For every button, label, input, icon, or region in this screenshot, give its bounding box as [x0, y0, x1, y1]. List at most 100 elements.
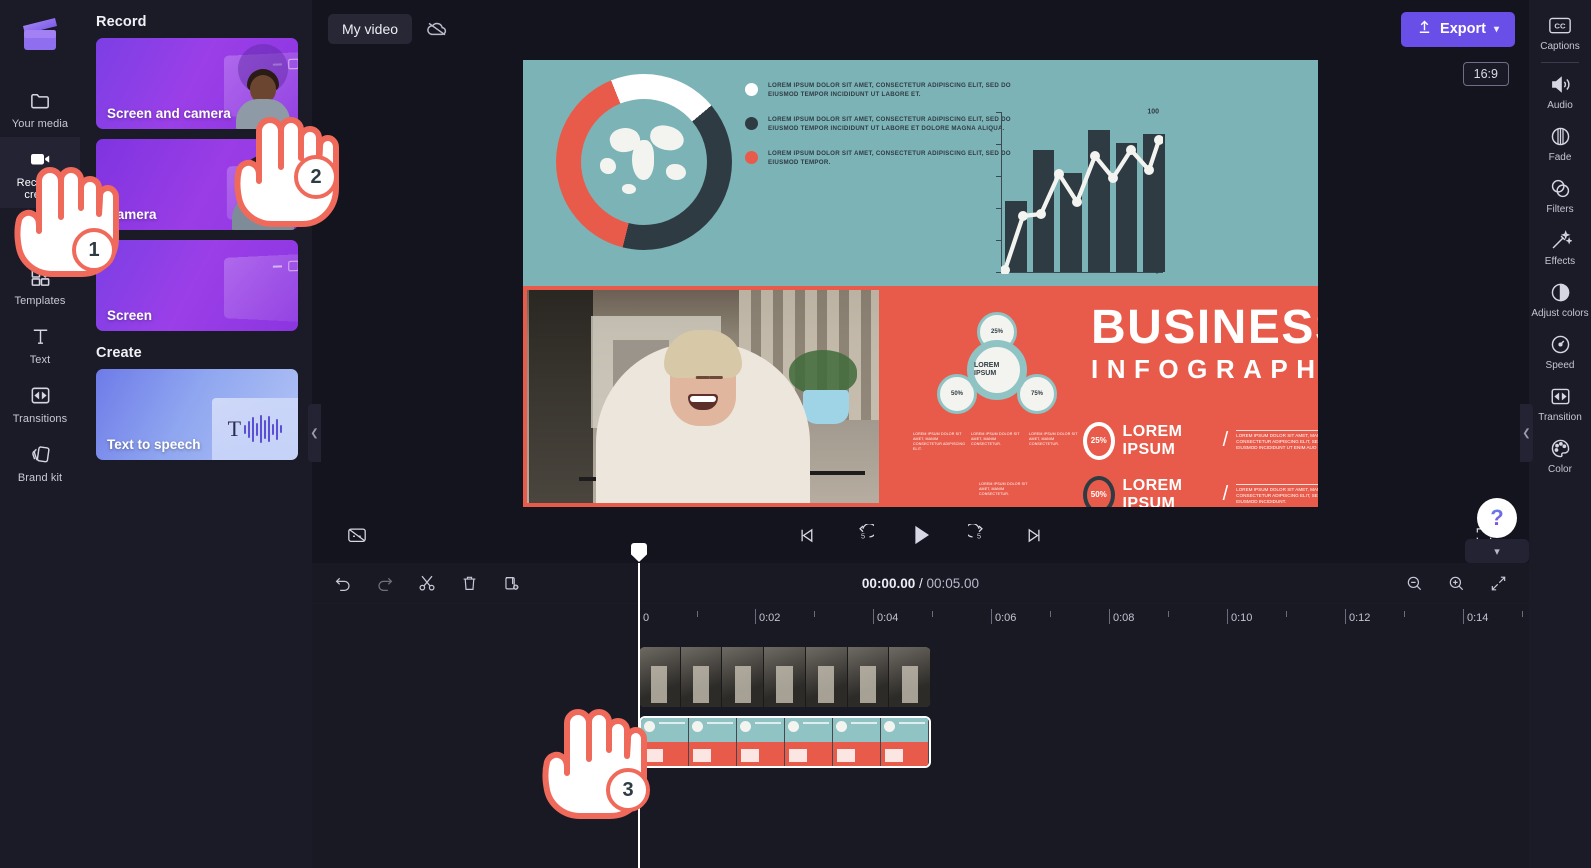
filters-icon: [1548, 176, 1572, 200]
sidebar-item-label: Transitions: [12, 413, 68, 425]
clip-frame: [689, 718, 737, 766]
skip-to-end-button[interactable]: [1020, 520, 1050, 550]
table-row[interactable]: [639, 647, 931, 707]
legend-desc: LOREM IPSUM DOLOR SIT AMET, MANIM CONSEC…: [1236, 483, 1318, 506]
video-preview[interactable]: LOREM IPSUM DOLOR SIT AMET, CONSECTETUR …: [523, 60, 1318, 507]
card-camera[interactable]: Camera: [96, 139, 298, 230]
current-time: 00:00.00: [861, 575, 916, 591]
folder-icon: [27, 87, 53, 113]
split-button[interactable]: [414, 570, 440, 596]
chevron-left-icon: ❮: [1522, 427, 1531, 439]
tab-speed[interactable]: Speed: [1529, 325, 1591, 377]
person-art: [230, 152, 296, 230]
sidebar-item-text[interactable]: Text: [0, 314, 80, 373]
clip-frame: [785, 718, 833, 766]
clip-frame: [889, 647, 931, 707]
tts-art: T: [212, 398, 298, 460]
clapperboard-logo-icon[interactable]: [18, 12, 62, 56]
project-name-field[interactable]: My video: [328, 14, 413, 44]
sidebar-item-brand-kit[interactable]: Brand kit: [0, 432, 80, 491]
legend-label: LOREM IPSUM: [1122, 476, 1183, 507]
sidebar-item-label: Record & create: [16, 177, 64, 201]
bar-line-chart: 100 80 60 40 20 0: [975, 109, 1166, 287]
delete-button[interactable]: [456, 570, 482, 596]
ruler-label: 0:02: [759, 612, 781, 624]
right-rail-collapse-button[interactable]: ❮: [1520, 404, 1533, 462]
panel-collapse-button[interactable]: ❮: [308, 404, 321, 462]
contrast-icon: [1548, 280, 1572, 304]
zoom-in-button[interactable]: [1443, 570, 1469, 596]
legend-row: 50% LOREM IPSUM / LOREM IPSUM DOLOR SIT …: [1083, 475, 1318, 507]
tab-audio[interactable]: Audio: [1529, 65, 1591, 117]
tab-adjust-colors[interactable]: Adjust colors: [1529, 273, 1591, 325]
card-screen[interactable]: Screen: [96, 240, 298, 331]
clip-frame: [881, 718, 929, 766]
timeline: 00:00.00 / 00:05.00 0 0:02 0:04 0:06 0:0…: [312, 543, 1591, 868]
chevron-left-icon: ❮: [310, 427, 319, 439]
legend-label: LOREM IPSUM: [1122, 422, 1183, 458]
time-display: 00:00.00 / 00:05.00: [312, 576, 1529, 591]
chevron-down-icon: ▾: [1494, 545, 1500, 558]
duplicate-button[interactable]: [498, 570, 524, 596]
tab-transition[interactable]: Transition: [1529, 377, 1591, 429]
step-badge-2: 2: [294, 155, 338, 199]
infographic-bottom-half: BUSINESS INFOGRAPHIC 25% 50% 75% LOREM I…: [523, 285, 1318, 507]
brand-kit-icon: [27, 441, 53, 467]
legend-percent: 50%: [1083, 475, 1115, 507]
micro-caption: LOREM IPSUM DOLOR SIT AMET, MANIM CONSEC…: [971, 431, 1020, 446]
forward-5-button[interactable]: 5: [964, 520, 994, 550]
help-button[interactable]: ?: [1477, 498, 1517, 538]
sidebar-item-your-media[interactable]: Your media: [0, 78, 80, 137]
sidebar-item-record-and-create[interactable]: Record & create: [0, 137, 80, 208]
panel-heading-record: Record: [96, 14, 147, 30]
editor-center: My video Export ▾ 16:9 LOREM IPSUM DOLOR…: [312, 0, 1591, 868]
undo-button[interactable]: [330, 570, 356, 596]
person-art: [234, 63, 292, 129]
tab-label: Captions: [1540, 41, 1580, 52]
tab-captions[interactable]: CC Captions: [1529, 6, 1591, 58]
card-text-to-speech[interactable]: T Text to speech: [96, 369, 298, 460]
fit-to-screen-button[interactable]: [1485, 570, 1511, 596]
tri-node-diagram: 25% 50% 75% LOREM IPSUM: [927, 311, 1077, 422]
cloud-offline-icon[interactable]: [422, 14, 452, 44]
tab-color[interactable]: Color: [1529, 429, 1591, 481]
sidebar-item-templates[interactable]: Templates: [0, 255, 80, 314]
sidebar-item-label: Text: [29, 354, 51, 366]
rewind-5-button[interactable]: 5: [848, 520, 878, 550]
sidebar-item-transitions[interactable]: Transitions: [0, 373, 80, 432]
ruler-label: 0:12: [1349, 612, 1371, 624]
tab-effects[interactable]: Effects: [1529, 221, 1591, 273]
left-rail: Your media Record & create Templates Tex…: [0, 0, 80, 868]
tab-label: Effects: [1544, 256, 1576, 267]
help-caret-button[interactable]: ▾: [1465, 539, 1529, 563]
globe-illustration: [588, 106, 700, 218]
export-label: Export: [1440, 21, 1486, 37]
list-item: LOREM IPSUM DOLOR SIT AMET, CONSECTETUR …: [745, 82, 1017, 99]
table-row[interactable]: [639, 716, 931, 768]
skip-to-start-button[interactable]: [792, 520, 822, 550]
captions-off-icon[interactable]: [342, 520, 372, 550]
sidebar-item-content-library[interactable]: [0, 208, 80, 255]
top-toolbar: My video Export ▾: [312, 0, 1529, 58]
timeline-ruler[interactable]: 0 0:02 0:04 0:06 0:08 0:10 0:12 0:14 0:1…: [312, 603, 1591, 629]
clip-frame: [680, 647, 723, 707]
zoom-out-button[interactable]: [1401, 570, 1427, 596]
redo-button[interactable]: [372, 570, 398, 596]
timeline-tracks[interactable]: [312, 629, 1529, 868]
presenter-photo: [523, 285, 883, 507]
export-button[interactable]: Export ▾: [1401, 11, 1515, 47]
record-and-create-panel: Record Screen and camera Camera Screen C…: [80, 0, 321, 868]
card-screen-and-camera[interactable]: Screen and camera: [96, 38, 298, 129]
tab-filters[interactable]: Filters: [1529, 169, 1591, 221]
svg-text:CC: CC: [1554, 21, 1566, 30]
clip-frame: [805, 647, 848, 707]
chart-line: [1001, 135, 1163, 274]
bullet-text: LOREM IPSUM DOLOR SIT AMET, CONSECTETUR …: [768, 82, 1011, 98]
ruler-label: 0:08: [1113, 612, 1135, 624]
micro-caption: LOREM IPSUM DOLOR SIT AMET, MANIM CONSEC…: [979, 481, 1028, 496]
play-button[interactable]: [904, 518, 938, 552]
playhead[interactable]: [631, 543, 647, 868]
tab-fade[interactable]: Fade: [1529, 117, 1591, 169]
aspect-ratio-badge[interactable]: 16:9: [1462, 62, 1509, 86]
tab-label: Fade: [1548, 152, 1572, 163]
